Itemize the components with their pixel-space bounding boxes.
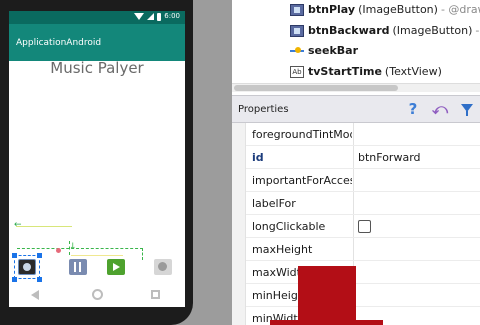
- status-time: 6:00: [164, 12, 180, 20]
- component-tree: btnPlay (ImageButton) - @drawa btnBackwa…: [232, 0, 480, 92]
- app-title: ApplicationAndroid: [16, 38, 102, 48]
- tree-item[interactable]: btnPlay (ImageButton) - @drawa: [290, 0, 480, 19]
- properties-table: foregroundTintMod id btnForward importan…: [232, 123, 480, 325]
- property-row[interactable]: foregroundTintMod: [246, 123, 480, 146]
- help-icon[interactable]: ?: [404, 99, 422, 119]
- property-row[interactable]: importantForAccess: [246, 169, 480, 192]
- property-row[interactable]: minHeight: [246, 284, 480, 307]
- phone-frame: 6:00 ApplicationAndroid Music Palyer ← ↓: [0, 0, 193, 325]
- tree-item[interactable]: tvStartTime (TextView): [290, 62, 442, 81]
- property-name: labelFor: [252, 197, 296, 210]
- signal-icon: [147, 13, 155, 20]
- property-name: importantForAccess: [252, 174, 352, 187]
- properties-header: Properties ? ⤺: [232, 95, 480, 123]
- property-name: longClickable: [252, 220, 326, 233]
- tree-item[interactable]: btnBackward (ImageButton) - @: [290, 21, 480, 40]
- property-row[interactable]: labelFor: [246, 192, 480, 215]
- undo-icon[interactable]: ⤺: [431, 99, 449, 119]
- property-name: id: [252, 151, 264, 164]
- baseline-guide: [71, 255, 123, 256]
- scrollbar-thumb[interactable]: [234, 85, 398, 91]
- long-clickable-checkbox[interactable]: [358, 220, 371, 233]
- recents-icon[interactable]: [151, 290, 160, 299]
- battery-icon: [157, 12, 162, 21]
- red-cursor-overlay: [270, 266, 383, 325]
- constraint-guide: [17, 248, 143, 249]
- textview-icon: [290, 65, 304, 78]
- image-button-icon: [290, 3, 304, 16]
- constraint-guide: [142, 248, 143, 260]
- backward-button-preview[interactable]: [154, 259, 172, 275]
- forward-button-preview[interactable]: [18, 259, 36, 275]
- status-bar: 6:00: [9, 11, 185, 24]
- pause-button-preview[interactable]: [69, 259, 87, 275]
- tree-item[interactable]: seekBar: [290, 41, 358, 60]
- property-name: maxHeight: [252, 243, 313, 256]
- back-icon[interactable]: [31, 290, 39, 300]
- nav-bar: [9, 281, 185, 311]
- resize-handle[interactable]: [12, 253, 17, 258]
- property-row[interactable]: longClickable: [246, 215, 480, 238]
- play-button-preview[interactable]: [107, 259, 125, 275]
- property-row[interactable]: id btnForward: [246, 146, 480, 169]
- resize-handle[interactable]: [37, 253, 42, 258]
- music-player-heading[interactable]: Music Palyer: [9, 59, 185, 77]
- anchor-dot[interactable]: [56, 248, 61, 253]
- constraint-arrow-icon: ↓: [69, 242, 77, 252]
- property-row[interactable]: maxHeight: [246, 238, 480, 261]
- image-button-icon: [290, 24, 304, 37]
- seekbar-icon: [290, 45, 304, 57]
- id-value-field[interactable]: btnForward: [358, 151, 421, 164]
- filter-icon[interactable]: [458, 99, 476, 119]
- action-bar: ApplicationAndroid: [9, 24, 185, 61]
- wifi-icon: [134, 13, 145, 20]
- home-icon[interactable]: [92, 289, 103, 300]
- property-row[interactable]: maxWidth: [246, 261, 480, 284]
- seekbar-preview[interactable]: [16, 226, 72, 227]
- properties-title: Properties: [238, 104, 289, 115]
- table-gutter: [232, 123, 246, 325]
- property-name: foregroundTintMod: [252, 128, 352, 141]
- horizontal-scrollbar[interactable]: [232, 83, 480, 92]
- device-screen: 6:00 ApplicationAndroid Music Palyer ← ↓: [9, 11, 185, 307]
